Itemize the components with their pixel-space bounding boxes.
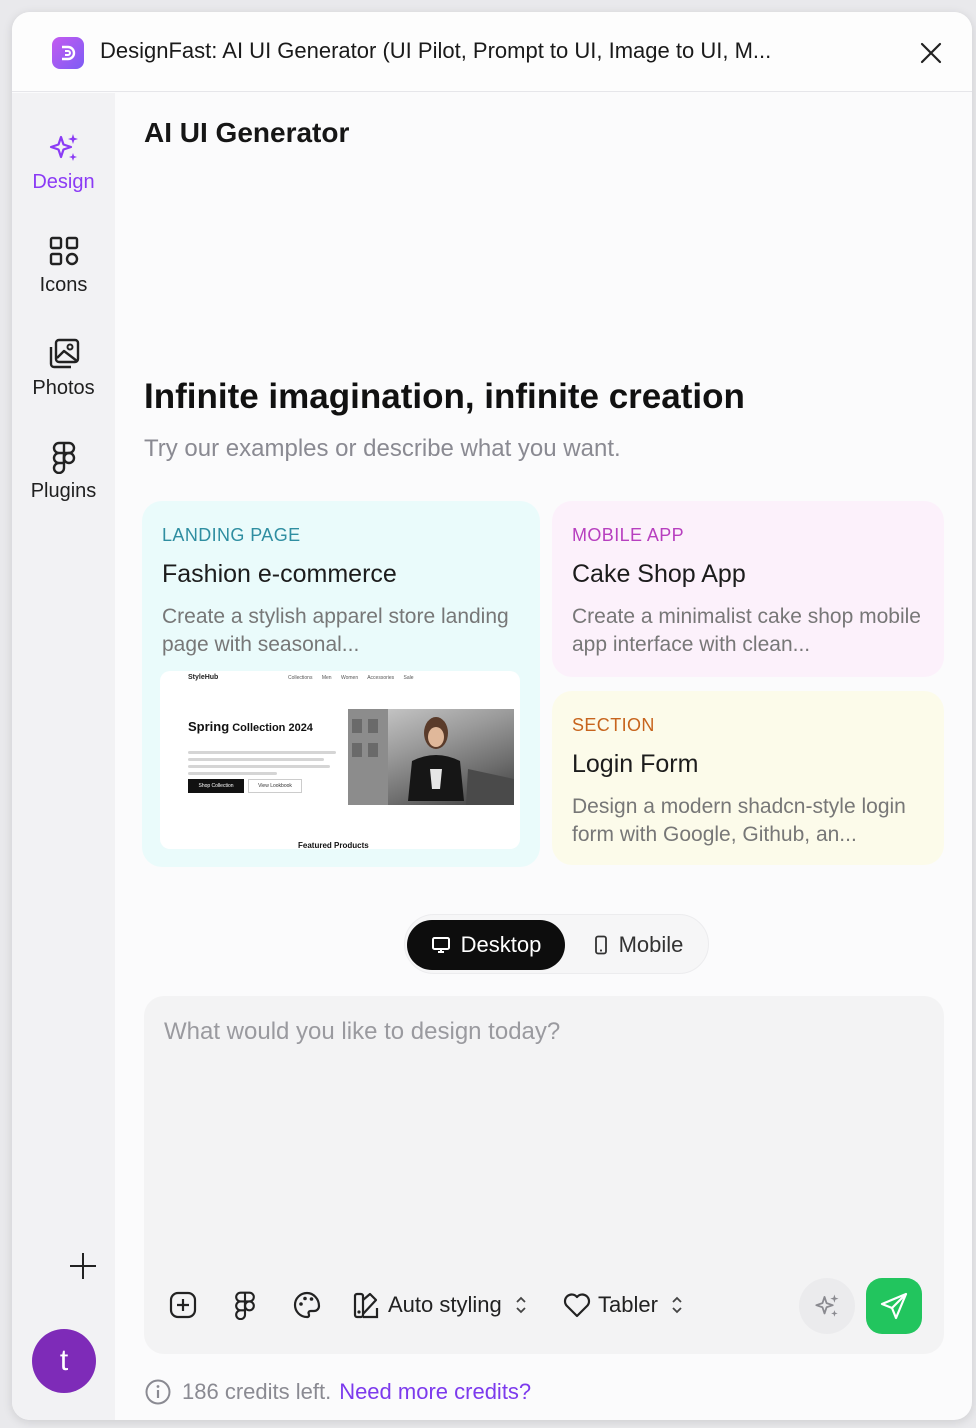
plus-square-icon — [169, 1291, 197, 1319]
sidebar-item-photos[interactable]: Photos — [12, 337, 115, 417]
card-description: Design a modern shadcn-style login form … — [572, 795, 906, 846]
card-description: Create a minimalist cake shop mobile app… — [572, 605, 921, 656]
card-tag: MOBILE APP — [572, 525, 685, 545]
grid-icon — [49, 236, 78, 266]
styling-select[interactable]: Auto styling — [352, 1290, 528, 1320]
card-title: Cake Shop App — [572, 560, 746, 588]
preview-nav-links: Collections Men Women Accessories Sale — [288, 675, 414, 681]
credits-footer: 186 credits left. Need more credits? — [144, 1378, 531, 1406]
need-more-credits-link[interactable]: Need more credits? — [339, 1379, 531, 1405]
monitor-icon — [431, 937, 450, 953]
prompt-input[interactable] — [164, 1018, 924, 1258]
sidebar: Design Icons Photos Plugins t — [12, 93, 115, 1420]
mobile-toggle-label: Mobile — [618, 932, 684, 957]
preview-brand: StyleHub — [188, 674, 219, 681]
card-title: Fashion e-commerce — [162, 560, 397, 588]
card-tag: SECTION — [572, 715, 655, 735]
window-title: DesignFast: AI UI Generator (UI Pilot, P… — [100, 38, 772, 63]
palette-button[interactable] — [292, 1290, 322, 1320]
chevrons-up-down-icon — [672, 1296, 682, 1314]
heart-icon — [563, 1293, 591, 1318]
enhance-prompt-button[interactable] — [799, 1278, 855, 1334]
sidebar-item-design[interactable]: Design — [12, 131, 115, 211]
plus-icon — [70, 1253, 96, 1279]
credits-text: 186 credits left. — [182, 1379, 332, 1404]
sparkles-icon — [49, 134, 78, 161]
preview-heading: Spring Collection 2024 — [188, 719, 313, 734]
desktop-toggle-button[interactable]: Desktop — [407, 920, 565, 970]
icon-library-select[interactable]: Tabler — [562, 1290, 684, 1320]
mobile-toggle-button[interactable]: Mobile — [573, 920, 703, 970]
styling-label: Auto styling — [388, 1292, 502, 1317]
card-description: Create a stylish apparel store landing p… — [162, 605, 509, 656]
card-title: Login Form — [572, 750, 699, 778]
phone-icon — [594, 935, 607, 955]
sidebar-item-label: Photos — [32, 377, 95, 399]
plugin-window: DesignFast: AI UI Generator (UI Pilot, P… — [12, 12, 972, 1420]
hero-subtitle: Try our examples or describe what you wa… — [144, 435, 621, 462]
avatar[interactable]: t — [32, 1329, 96, 1393]
prompt-composer: Auto styling Tabler — [144, 996, 944, 1354]
icon-library-label: Tabler — [598, 1292, 658, 1317]
sidebar-item-icons[interactable]: Icons — [12, 234, 115, 314]
add-button[interactable] — [67, 1250, 99, 1282]
preview-secondary-button: View Lookbook — [248, 779, 302, 793]
example-card-landing-page[interactable]: LANDING PAGE Fashion e-commerce Create a… — [142, 501, 540, 867]
preview-primary-button: Shop Collection — [188, 779, 244, 793]
send-button[interactable] — [866, 1278, 922, 1334]
preview-photo — [348, 709, 514, 805]
example-card-section[interactable]: SECTION Login Form Design a modern shadc… — [552, 691, 944, 865]
send-icon — [880, 1292, 908, 1320]
close-button[interactable] — [916, 38, 946, 68]
device-toggle: Desktop Mobile — [404, 914, 709, 974]
main-content: AI UI Generator Infinite imagination, in… — [115, 93, 972, 1420]
palette-icon — [293, 1291, 321, 1319]
figma-import-button[interactable] — [230, 1290, 260, 1320]
page-title: AI UI Generator — [144, 117, 350, 148]
hero-title: Infinite imagination, infinite creation — [144, 377, 745, 416]
app-logo-icon — [52, 37, 84, 69]
info-icon — [145, 1379, 171, 1405]
figma-icon — [52, 441, 75, 474]
title-bar: DesignFast: AI UI Generator (UI Pilot, P… — [12, 12, 972, 92]
card-preview: StyleHub Collections Men Women Accessori… — [160, 671, 520, 849]
swatch-book-icon — [353, 1292, 379, 1319]
close-icon — [920, 42, 942, 64]
example-card-mobile-app[interactable]: MOBILE APP Cake Shop App Create a minima… — [552, 501, 944, 677]
chevrons-up-down-icon — [516, 1296, 526, 1314]
sparkles-icon — [815, 1294, 839, 1317]
sidebar-item-label: Design — [32, 171, 95, 193]
card-tag: LANDING PAGE — [162, 525, 301, 545]
figma-icon — [235, 1291, 255, 1320]
preview-heading-bold: Spring — [188, 719, 230, 734]
preview-heading-rest: Collection 2024 — [229, 722, 313, 734]
preview-text-lines — [188, 751, 336, 779]
preview-section-heading: Featured Products — [298, 841, 369, 849]
add-attachment-button[interactable] — [168, 1290, 198, 1320]
desktop-toggle-label: Desktop — [460, 932, 542, 957]
sidebar-item-label: Plugins — [30, 480, 97, 502]
sidebar-item-plugins[interactable]: Plugins — [12, 440, 115, 520]
images-icon — [49, 338, 79, 369]
sidebar-item-label: Icons — [39, 274, 88, 296]
